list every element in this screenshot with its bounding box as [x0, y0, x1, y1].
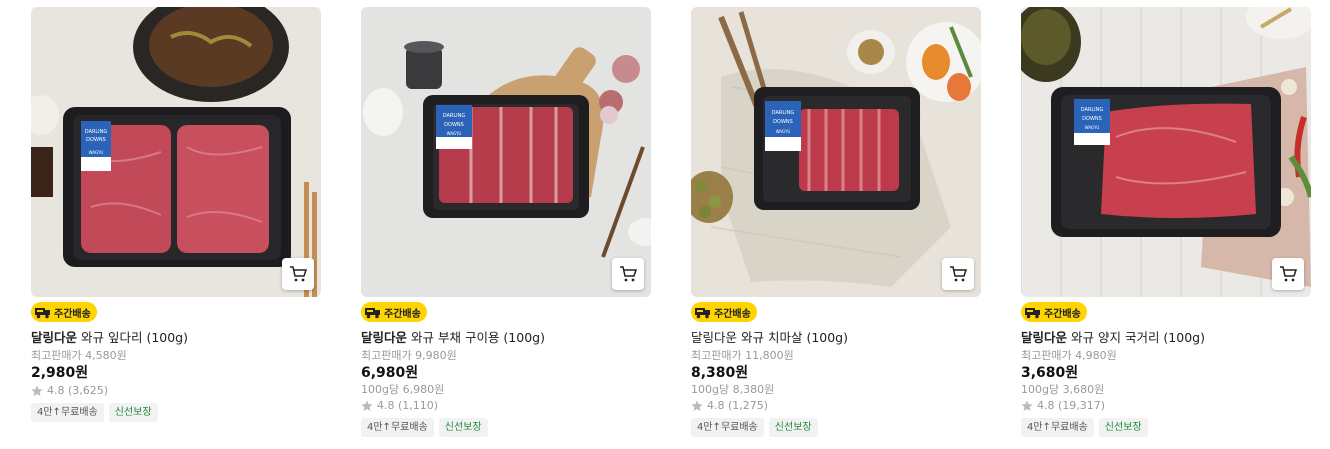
- weekly-delivery-badge: 주간배송: [31, 302, 97, 322]
- weekly-delivery-badge: 주간배송: [691, 302, 757, 322]
- sale-price: 2,980원: [31, 365, 89, 381]
- sale-price: 3,680원: [1021, 365, 1079, 381]
- package-label-line1: DARLING: [772, 110, 795, 116]
- product-card[interactable]: DARLING DOWNS WAGYU 주간배송 달링다운 와규 치마살 (10…: [691, 7, 981, 437]
- product-tags: 4만↑무료배송 신선보장: [361, 418, 651, 437]
- package-label-line3: WAGYU: [776, 129, 791, 134]
- sale-price: 8,380원: [691, 365, 749, 381]
- truck-icon: [35, 308, 50, 319]
- unit-price: 100g당 6,980원: [361, 383, 445, 396]
- product-title[interactable]: 달링다운 와규 부채 구이용 (100g): [361, 330, 651, 346]
- badge-label: 주간배송: [714, 308, 751, 320]
- package-label-line2: DOWNS: [1082, 116, 1102, 122]
- rating-text: 4.8 (3,625): [47, 384, 109, 397]
- star-icon: [691, 400, 703, 411]
- weekly-delivery-badge: 주간배송: [1021, 302, 1087, 322]
- unit-price: 100g당 8,380원: [691, 383, 775, 396]
- original-price: 최고판매가 4,980원: [1021, 349, 1117, 362]
- cart-icon: [290, 266, 307, 282]
- product-tags: 4만↑무료배송 신선보장: [31, 403, 321, 422]
- weekly-delivery-badge: 주간배송: [361, 302, 427, 322]
- add-to-cart-button[interactable]: [282, 258, 314, 290]
- rating: 4.8 (19,317): [1021, 398, 1311, 414]
- rating-text: 4.8 (1,110): [377, 399, 439, 412]
- star-icon: [31, 385, 43, 396]
- product-tags: 4만↑무료배송 신선보장: [691, 418, 981, 437]
- cart-icon: [620, 266, 637, 282]
- product-name: 와규 양지 국거리 (100g): [1071, 330, 1205, 345]
- rating: 4.8 (3,625): [31, 383, 321, 399]
- truck-icon: [365, 308, 380, 319]
- badge-label: 주간배송: [384, 308, 421, 320]
- product-image[interactable]: DARLING DOWNS WAGYU: [691, 7, 981, 297]
- star-icon: [1021, 400, 1033, 411]
- original-price: 최고판매가 11,800원: [691, 349, 794, 362]
- add-to-cart-button[interactable]: [612, 258, 644, 290]
- rating-text: 4.8 (19,317): [1037, 399, 1106, 412]
- package-label-line1: DARLING: [85, 129, 108, 135]
- product-brand: 달링다운: [691, 330, 738, 345]
- freshness-guarantee-tag: 신선보장: [768, 418, 818, 437]
- package-label-line2: DOWNS: [444, 122, 464, 128]
- free-shipping-tag: 4만↑무료배송: [691, 418, 764, 437]
- cart-icon: [950, 266, 967, 282]
- rating: 4.8 (1,110): [361, 398, 651, 414]
- product-image[interactable]: DARLING DOWNS WAGYU: [361, 7, 651, 297]
- product-card[interactable]: DARLING DOWNS WAGYU 주간배송 달링다운 와규 양지 국거리 …: [1021, 7, 1311, 437]
- rating: 4.8 (1,275): [691, 398, 981, 414]
- product-name: 와규 치마살 (100g): [741, 330, 848, 345]
- product-grid: DARLING DOWNS WAGYU 주간배송 달링다운 와규 잎다리 (10…: [0, 0, 1330, 449]
- cart-icon: [1280, 266, 1297, 282]
- product-card[interactable]: DARLING DOWNS WAGYU 주간배송 달링다운 와규 부채 구이용 …: [361, 7, 651, 437]
- package-label-line1: DARLING: [443, 113, 466, 119]
- package-label-line3: WAGYU: [447, 131, 462, 136]
- star-icon: [361, 400, 373, 411]
- add-to-cart-button[interactable]: [1272, 258, 1304, 290]
- product-image[interactable]: DARLING DOWNS WAGYU: [1021, 7, 1311, 297]
- product-title[interactable]: 달링다운 와규 잎다리 (100g): [31, 330, 321, 346]
- unit-price: 100g당 3,680원: [1021, 383, 1105, 396]
- product-name: 와규 잎다리 (100g): [81, 330, 188, 345]
- freshness-guarantee-tag: 신선보장: [108, 403, 158, 422]
- package-label-line3: WAGYU: [89, 150, 104, 155]
- package-label-line2: DOWNS: [773, 119, 793, 125]
- product-brand: 달링다운: [1021, 330, 1068, 345]
- free-shipping-tag: 4만↑무료배송: [31, 403, 104, 422]
- freshness-guarantee-tag: 신선보장: [438, 418, 488, 437]
- product-brand: 달링다운: [361, 330, 408, 345]
- truck-icon: [695, 308, 710, 319]
- rating-text: 4.8 (1,275): [707, 399, 769, 412]
- product-tags: 4만↑무료배송 신선보장: [1021, 418, 1311, 437]
- sale-price: 6,980원: [361, 365, 419, 381]
- original-price: 최고판매가 9,980원: [361, 349, 457, 362]
- package-label-line3: WAGYU: [1085, 125, 1100, 130]
- badge-label: 주간배송: [54, 308, 91, 320]
- product-image[interactable]: DARLING DOWNS WAGYU: [31, 7, 321, 297]
- product-card[interactable]: DARLING DOWNS WAGYU 주간배송 달링다운 와규 잎다리 (10…: [31, 7, 321, 422]
- product-brand: 달링다운: [31, 330, 78, 345]
- product-title[interactable]: 달링다운 와규 치마살 (100g): [691, 330, 981, 346]
- package-label-line1: DARLING: [1081, 107, 1104, 113]
- product-name: 와규 부채 구이용 (100g): [411, 330, 545, 345]
- free-shipping-tag: 4만↑무료배송: [1021, 418, 1094, 437]
- badge-label: 주간배송: [1044, 308, 1081, 320]
- freshness-guarantee-tag: 신선보장: [1098, 418, 1148, 437]
- free-shipping-tag: 4만↑무료배송: [361, 418, 434, 437]
- original-price: 최고판매가 4,580원: [31, 349, 127, 362]
- truck-icon: [1025, 308, 1040, 319]
- package-label-line2: DOWNS: [86, 137, 106, 143]
- add-to-cart-button[interactable]: [942, 258, 974, 290]
- product-title[interactable]: 달링다운 와규 양지 국거리 (100g): [1021, 330, 1311, 346]
